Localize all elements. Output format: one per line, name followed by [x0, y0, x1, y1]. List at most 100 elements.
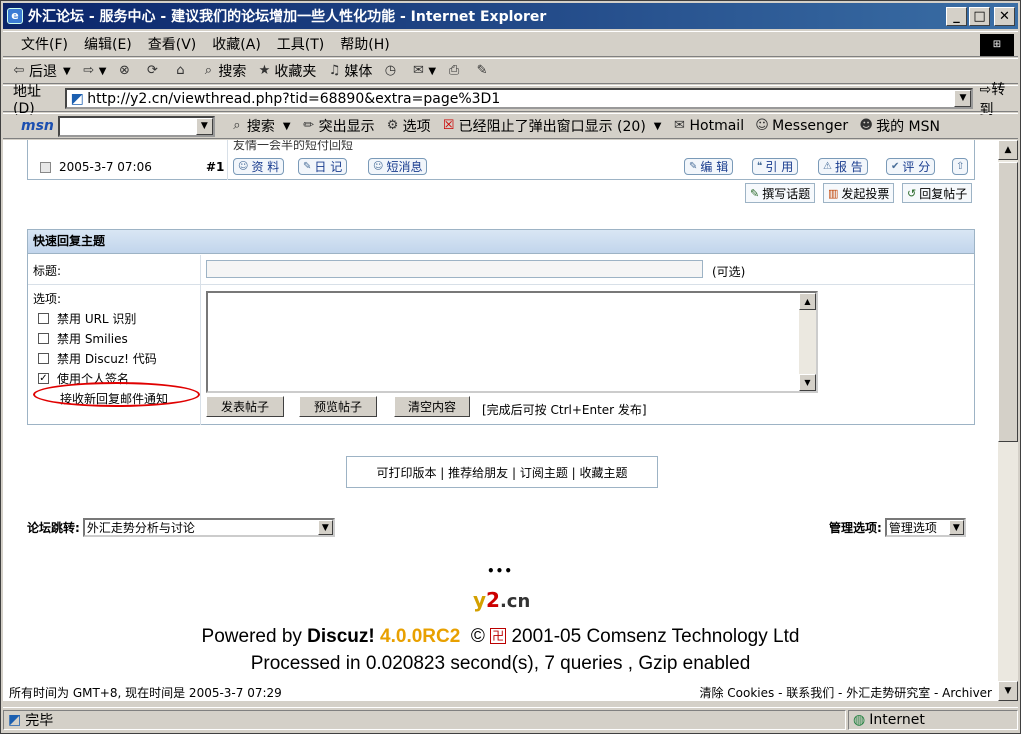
history-button[interactable]: ◷ [382, 63, 400, 79]
clear-content-button[interactable]: 清空内容 [394, 396, 470, 417]
subject-input[interactable] [206, 260, 703, 278]
address-dropdown-icon[interactable]: ▼ [954, 90, 972, 107]
profile-button[interactable]: ☺ 资 料 [233, 158, 285, 175]
option-disable-smilies[interactable]: 禁用 Smilies [38, 330, 128, 347]
stop-icon: ⊗ [118, 63, 130, 78]
mymsn-button[interactable]: ☻ 我的 MSN [858, 116, 940, 136]
options-label: 选项: [33, 292, 62, 306]
message-textarea[interactable]: ▲ ▼ [206, 291, 818, 393]
chevron-down-icon[interactable]: ▼ [948, 520, 964, 535]
ie-icon: e [7, 8, 23, 24]
rate-icon: ✔ [891, 161, 900, 172]
post-date: 2005-3-7 07:06 [59, 160, 152, 174]
new-topic-button[interactable]: ✎ 撰写话题 [745, 183, 816, 203]
popup-blocker-button[interactable]: ☒ 已经阻止了弹出窗口显示 (20) ▼ [441, 116, 662, 136]
msn-options-button[interactable]: ⚙ 选项 [385, 116, 431, 136]
menu-file[interactable]: 文件(F) [13, 34, 76, 54]
footer-links[interactable]: 清除 Cookies - 联系我们 - 外汇走势研究室 - Archiver [699, 684, 992, 701]
search-button[interactable]: ⌕ 搜索 [200, 61, 247, 81]
reply-button[interactable]: ↺ 回复帖子 [902, 183, 973, 203]
quote-button[interactable]: ❝ 引 用 [752, 158, 799, 175]
rate-button[interactable]: ✔ 评 分 [886, 158, 936, 175]
thread-links[interactable]: 可打印版本 | 推荐给朋友 | 订阅主题 | 收藏主题 [346, 456, 658, 488]
messenger-button[interactable]: ☺ Messenger [754, 118, 848, 134]
forum-jump: 论坛跳转: 外汇走势分析与讨论 ▼ [27, 518, 335, 537]
menu-tools[interactable]: 工具(T) [269, 34, 332, 54]
new-poll-button[interactable]: ▥ 发起投票 [823, 183, 895, 203]
done-icon: ◩ [8, 711, 22, 728]
msn-search-input[interactable]: ▼ [57, 115, 215, 137]
checkbox[interactable] [38, 333, 49, 344]
msn-dropdown-icon[interactable]: ▼ [195, 117, 213, 135]
maximize-button[interactable]: □ [969, 6, 990, 26]
option-disable-url[interactable]: 禁用 URL 识别 [38, 310, 136, 327]
report-icon: ⚠ [823, 161, 832, 172]
favorites-button[interactable]: ★ 收藏夹 [256, 61, 317, 81]
checkbox[interactable] [38, 353, 49, 364]
refresh-button[interactable]: ⟳ [144, 63, 162, 79]
status-bar: ◩ 完毕 ◍ Internet [3, 707, 1018, 731]
diary-button[interactable]: ✎ 日 记 [298, 158, 348, 175]
security-zone: Internet [869, 711, 925, 728]
window-title: 外汇论坛 - 服务中心 - 建议我们的论坛增加一些人性化功能 - Interne… [28, 9, 547, 25]
textarea-scrollbar[interactable]: ▲ ▼ [799, 293, 816, 391]
highlight-circle [33, 382, 200, 407]
post-floor: #1 [206, 160, 225, 174]
options-icon: ⚙ [386, 118, 399, 133]
admin-options: 管理选项: 管理选项 ▼ [829, 518, 966, 537]
admin-options-select[interactable]: 管理选项 ▼ [884, 518, 966, 537]
mail-icon: ✉ [412, 63, 424, 78]
highlight-button[interactable]: ✏ 突出显示 [301, 116, 374, 136]
minimize-button[interactable]: _ [946, 6, 967, 26]
menu-edit[interactable]: 编辑(E) [76, 34, 140, 54]
submit-post-button[interactable]: 发表帖子 [206, 396, 284, 417]
msn-logo[interactable]: msn [21, 118, 54, 134]
message-button[interactable]: ☺ 短消息 [368, 158, 428, 175]
edit-post-button[interactable]: ✎ 编 辑 [684, 158, 734, 175]
media-button[interactable]: ♫ 媒体 [326, 61, 373, 81]
stop-button[interactable]: ⊗ [116, 63, 134, 79]
title-bar: e 外汇论坛 - 服务中心 - 建议我们的论坛增加一些人性化功能 - Inter… [3, 3, 1018, 29]
users-icon: ☺ [373, 161, 384, 172]
top-button[interactable]: ⇧ [952, 158, 969, 175]
menu-help[interactable]: 帮助(H) [332, 34, 397, 54]
submit-hint: [完成后可按 Ctrl+Enter 发布] [482, 403, 647, 417]
back-button[interactable]: ⇦ 后退 ▼ [11, 61, 71, 81]
post-checkbox[interactable] [40, 161, 51, 173]
menu-favorites[interactable]: 收藏(A) [204, 34, 269, 54]
print-icon: ⎙ [448, 63, 460, 78]
msn-search-button[interactable]: ⌕ 搜索 ▼ [229, 116, 290, 136]
report-button[interactable]: ⚠ 报 告 [818, 158, 868, 175]
scroll-up-icon[interactable]: ▲ [998, 140, 1018, 160]
post-snippet: 友情一会半的短付回短 [233, 140, 354, 152]
optional-label: (可选) [712, 265, 746, 279]
msn-toolbar: msn ▼ ⌕ 搜索 ▼ ✏ 突出显示 ⚙ 选项 ☒ 已经阻止了弹出窗口显示 (20) ▼ … [3, 113, 1018, 139]
address-input[interactable]: ◩ http://y2.cn/viewthread.php?tid=68890&… [65, 88, 974, 109]
scroll-down-icon[interactable]: ▼ [998, 681, 1018, 701]
hotmail-button[interactable]: ✉ Hotmail [672, 118, 744, 134]
scroll-thumb[interactable] [998, 162, 1018, 442]
quick-reply-header: 快速回复主题 [28, 230, 974, 254]
checkbox[interactable] [38, 313, 49, 324]
mymsn-icon: ☻ [859, 118, 873, 133]
forum-jump-select[interactable]: 外汇走势分析与讨论 ▼ [82, 518, 335, 537]
home-button[interactable]: ⌂ [172, 63, 190, 79]
chevron-down-icon[interactable]: ▼ [317, 520, 333, 535]
close-button[interactable]: ✕ [994, 6, 1015, 26]
edit-button[interactable]: ✎ [474, 63, 492, 79]
preview-post-button[interactable]: 预览帖子 [299, 396, 377, 417]
post-footer: 友情一会半的短付回短 2005-3-7 07:06 #1 ☺ 资 料 ✎ 日 记 ☺… [27, 140, 975, 180]
user-icon: ☺ [238, 161, 249, 172]
dots: ••• [487, 564, 514, 578]
mail-button[interactable]: ✉ ▼ [410, 63, 436, 79]
globe-icon: ◍ [853, 711, 866, 728]
site-logo[interactable]: y2.cn [473, 588, 530, 612]
forward-button[interactable]: ⇨ ▼ [81, 63, 106, 79]
menu-view[interactable]: 查看(V) [140, 34, 205, 54]
page-scrollbar[interactable]: ▲ ▼ [998, 140, 1018, 701]
scroll-down-icon[interactable]: ▼ [799, 374, 816, 391]
print-button[interactable]: ⎙ [446, 63, 464, 79]
scroll-up-icon[interactable]: ▲ [799, 293, 816, 310]
option-disable-discuz-code[interactable]: 禁用 Discuz! 代码 [38, 350, 157, 367]
checkbox-checked[interactable]: ✓ [38, 373, 49, 384]
